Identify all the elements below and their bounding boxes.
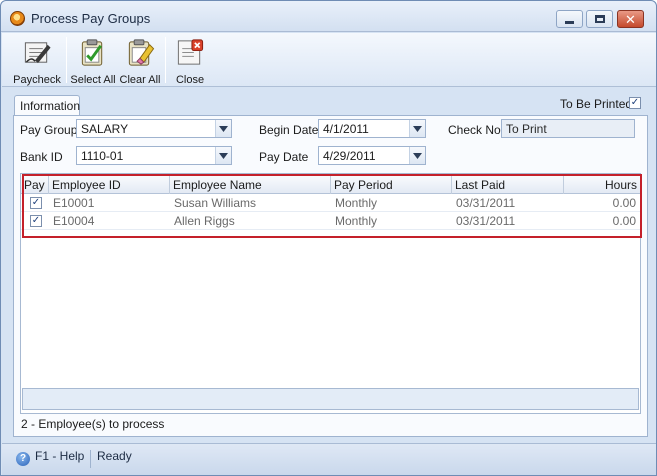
- employee-name-cell: Allen Riggs: [174, 214, 235, 228]
- minimize-icon: [565, 20, 574, 24]
- chevron-down-icon: [413, 152, 422, 159]
- status-ready: Ready: [97, 449, 132, 463]
- maximize-button[interactable]: [586, 10, 613, 28]
- close-window-button[interactable]: ✕: [617, 10, 644, 28]
- clipboard-check-icon: [81, 39, 103, 66]
- hours-cell: 0.00: [612, 196, 636, 210]
- minimize-button[interactable]: [556, 10, 583, 28]
- help-icon[interactable]: ?: [16, 452, 30, 466]
- bank-id-label: Bank ID: [20, 150, 63, 164]
- check-no-value: To Print: [506, 122, 547, 136]
- select-all-button[interactable]: Select All: [70, 36, 116, 86]
- begin-date-label: Begin Date: [259, 123, 319, 137]
- check-no-label: Check No: [448, 123, 501, 137]
- paycheck-label: Paycheck: [13, 74, 61, 86]
- paycheck-button[interactable]: Paycheck: [13, 36, 61, 86]
- window-title: Process Pay Groups: [31, 11, 151, 26]
- bank-id-dropdown-button[interactable]: [215, 147, 231, 164]
- pay-group-value: SALARY: [81, 122, 129, 136]
- status-bar: ? F1 - Help Ready: [2, 443, 656, 475]
- close-button[interactable]: Close: [172, 36, 208, 86]
- select-all-label: Select All: [70, 74, 116, 86]
- pay-date-label: Pay Date: [259, 150, 309, 164]
- begin-date-dropdown-button[interactable]: [409, 120, 425, 137]
- column-header-employee-id[interactable]: Employee ID: [49, 174, 170, 194]
- clear-all-label: Clear All: [119, 74, 161, 86]
- bank-id-select[interactable]: 1110-01: [76, 146, 232, 165]
- column-header-hours[interactable]: Hours: [564, 174, 640, 194]
- title-bar: Process Pay Groups ✕: [1, 1, 656, 32]
- pay-period-cell: Monthly: [335, 196, 378, 210]
- app-icon: [10, 11, 25, 26]
- pay-group-select[interactable]: SALARY: [76, 119, 232, 138]
- status-separator: [90, 450, 91, 468]
- pay-checkbox[interactable]: ✓: [30, 215, 42, 227]
- check-no-field[interactable]: To Print: [501, 119, 635, 138]
- employee-id-cell: E10004: [53, 214, 95, 228]
- clipboard-eraser-icon: [128, 39, 155, 66]
- paycheck-icon: [24, 42, 51, 64]
- toolbar: Paycheck Select All Clear All Close: [2, 33, 656, 87]
- pay-checkbox[interactable]: ✓: [30, 197, 42, 209]
- close-icon: ✕: [625, 11, 636, 27]
- grid-footer: [22, 388, 639, 410]
- chevron-down-icon: [219, 125, 228, 132]
- pay-group-dropdown-button[interactable]: [215, 120, 231, 137]
- employee-name-cell: Susan Williams: [174, 196, 257, 210]
- table-row[interactable]: ✓ E10004 Allen Riggs Monthly 03/31/2011 …: [21, 212, 640, 230]
- grid-header: Pay Employee ID Employee Name Pay Period…: [21, 174, 640, 194]
- last-paid-cell: 03/31/2011: [456, 196, 516, 210]
- bank-id-value: 1110-01: [81, 149, 124, 163]
- pay-period-cell: Monthly: [335, 214, 378, 228]
- begin-date-value: 4/1/2011: [323, 122, 369, 136]
- chevron-down-icon: [413, 125, 422, 132]
- employee-grid: Pay Employee ID Employee Name Pay Period…: [20, 173, 641, 414]
- to-be-printed-checkbox[interactable]: ✓: [629, 97, 641, 109]
- column-header-pay[interactable]: Pay: [21, 174, 49, 194]
- to-be-printed-label: To Be Printed: [560, 97, 633, 111]
- process-count: 2 - Employee(s) to process: [21, 417, 165, 431]
- pay-group-label: Pay Group: [20, 123, 78, 137]
- last-paid-cell: 03/31/2011: [456, 214, 516, 228]
- hours-cell: 0.00: [612, 214, 636, 228]
- pay-date-picker[interactable]: 4/29/2011: [318, 146, 426, 165]
- toolbar-separator: [165, 37, 166, 83]
- column-header-employee-name[interactable]: Employee Name: [170, 174, 331, 194]
- close-label: Close: [175, 74, 205, 86]
- employee-id-cell: E10001: [53, 196, 95, 210]
- clear-all-button[interactable]: Clear All: [119, 36, 161, 86]
- pay-date-value: 4/29/2011: [323, 149, 376, 163]
- toolbar-separator: [66, 37, 67, 83]
- close-document-icon: [177, 39, 204, 65]
- help-shortcut[interactable]: F1 - Help: [35, 449, 84, 463]
- table-row[interactable]: ✓ E10001 Susan Williams Monthly 03/31/20…: [21, 194, 640, 212]
- maximize-icon: [594, 15, 605, 23]
- pay-date-dropdown-button[interactable]: [409, 147, 425, 164]
- column-header-pay-period[interactable]: Pay Period: [331, 174, 452, 194]
- chevron-down-icon: [219, 152, 228, 159]
- column-header-last-paid[interactable]: Last Paid: [452, 174, 564, 194]
- tab-information[interactable]: Information: [14, 95, 80, 116]
- begin-date-picker[interactable]: 4/1/2011: [318, 119, 426, 138]
- process-pay-groups-window: Process Pay Groups ✕ Paycheck Select All…: [0, 0, 657, 476]
